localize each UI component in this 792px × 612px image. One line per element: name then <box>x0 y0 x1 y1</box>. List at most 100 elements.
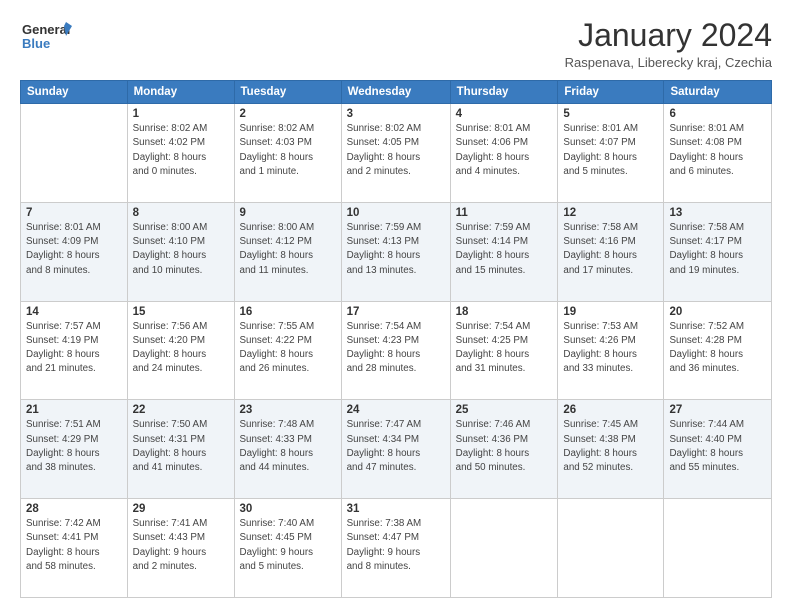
calendar-day-header: Monday <box>127 81 234 104</box>
day-info: Sunrise: 7:38 AM Sunset: 4:47 PM Dayligh… <box>347 517 445 574</box>
calendar-cell: 24 Sunrise: 7:47 AM Sunset: 4:34 PM Dayli… <box>341 400 450 499</box>
day-info: Sunrise: 8:02 AM Sunset: 4:05 PM Dayligh… <box>347 122 445 179</box>
day-number: 14 <box>26 306 122 318</box>
day-number: 1 <box>133 108 229 120</box>
day-number: 30 <box>240 503 336 515</box>
calendar-cell: 10 Sunrise: 7:59 AM Sunset: 4:13 PM Dayli… <box>341 202 450 301</box>
day-number: 24 <box>347 404 445 416</box>
calendar-day-header: Friday <box>558 81 664 104</box>
day-number: 13 <box>669 207 766 219</box>
calendar-cell: 12 Sunrise: 7:58 AM Sunset: 4:16 PM Dayli… <box>558 202 664 301</box>
day-info: Sunrise: 7:57 AM Sunset: 4:19 PM Dayligh… <box>26 320 122 377</box>
day-info: Sunrise: 7:48 AM Sunset: 4:33 PM Dayligh… <box>240 418 336 475</box>
day-info: Sunrise: 7:54 AM Sunset: 4:25 PM Dayligh… <box>456 320 553 377</box>
day-info: Sunrise: 7:41 AM Sunset: 4:43 PM Dayligh… <box>133 517 229 574</box>
calendar-day-header: Sunday <box>21 81 128 104</box>
day-number: 15 <box>133 306 229 318</box>
day-number: 2 <box>240 108 336 120</box>
svg-text:Blue: Blue <box>22 36 50 51</box>
day-number: 4 <box>456 108 553 120</box>
calendar-week-row: 28Sunrise: 7:42 AM Sunset: 4:41 PM Dayli… <box>21 499 772 598</box>
day-info: Sunrise: 7:40 AM Sunset: 4:45 PM Dayligh… <box>240 517 336 574</box>
calendar-cell: 28Sunrise: 7:42 AM Sunset: 4:41 PM Dayli… <box>21 499 128 598</box>
header: General Blue January 2024 Raspenava, Lib… <box>20 18 772 70</box>
calendar-cell <box>664 499 772 598</box>
calendar-cell: 18Sunrise: 7:54 AM Sunset: 4:25 PM Dayli… <box>450 301 558 400</box>
day-number: 25 <box>456 404 553 416</box>
calendar-cell: 2 Sunrise: 8:02 AM Sunset: 4:03 PM Daylig… <box>234 104 341 203</box>
calendar-cell: 15 Sunrise: 7:56 AM Sunset: 4:20 PM Dayli… <box>127 301 234 400</box>
day-info: Sunrise: 7:45 AM Sunset: 4:38 PM Dayligh… <box>563 418 658 475</box>
day-info: Sunrise: 7:50 AM Sunset: 4:31 PM Dayligh… <box>133 418 229 475</box>
calendar-cell: 22 Sunrise: 7:50 AM Sunset: 4:31 PM Dayli… <box>127 400 234 499</box>
day-number: 9 <box>240 207 336 219</box>
day-info: Sunrise: 8:00 AM Sunset: 4:12 PM Dayligh… <box>240 221 336 278</box>
day-info: Sunrise: 7:47 AM Sunset: 4:34 PM Dayligh… <box>347 418 445 475</box>
calendar-header-row: SundayMondayTuesdayWednesdayThursdayFrid… <box>21 81 772 104</box>
day-info: Sunrise: 7:58 AM Sunset: 4:16 PM Dayligh… <box>563 221 658 278</box>
calendar-cell: 29 Sunrise: 7:41 AM Sunset: 4:43 PM Dayli… <box>127 499 234 598</box>
day-number: 11 <box>456 207 553 219</box>
calendar-cell: 13 Sunrise: 7:58 AM Sunset: 4:17 PM Dayli… <box>664 202 772 301</box>
day-number: 29 <box>133 503 229 515</box>
day-number: 26 <box>563 404 658 416</box>
day-info: Sunrise: 8:01 AM Sunset: 4:08 PM Dayligh… <box>669 122 766 179</box>
day-info: Sunrise: 7:55 AM Sunset: 4:22 PM Dayligh… <box>240 320 336 377</box>
day-number: 12 <box>563 207 658 219</box>
day-info: Sunrise: 8:02 AM Sunset: 4:03 PM Dayligh… <box>240 122 336 179</box>
calendar-cell: 9 Sunrise: 8:00 AM Sunset: 4:12 PM Daylig… <box>234 202 341 301</box>
day-info: Sunrise: 8:00 AM Sunset: 4:10 PM Dayligh… <box>133 221 229 278</box>
day-number: 19 <box>563 306 658 318</box>
calendar-cell: 21Sunrise: 7:51 AM Sunset: 4:29 PM Dayli… <box>21 400 128 499</box>
calendar-cell: 14 Sunrise: 7:57 AM Sunset: 4:19 PM Dayli… <box>21 301 128 400</box>
calendar-cell: 20 Sunrise: 7:52 AM Sunset: 4:28 PM Dayli… <box>664 301 772 400</box>
logo-svg: General Blue <box>20 18 72 54</box>
calendar-week-row: 7 Sunrise: 8:01 AM Sunset: 4:09 PM Daylig… <box>21 202 772 301</box>
calendar-cell: 31 Sunrise: 7:38 AM Sunset: 4:47 PM Dayli… <box>341 499 450 598</box>
calendar-cell: 30 Sunrise: 7:40 AM Sunset: 4:45 PM Dayli… <box>234 499 341 598</box>
day-info: Sunrise: 7:53 AM Sunset: 4:26 PM Dayligh… <box>563 320 658 377</box>
page: General Blue January 2024 Raspenava, Lib… <box>0 0 792 612</box>
calendar-day-header: Saturday <box>664 81 772 104</box>
day-number: 20 <box>669 306 766 318</box>
day-info: Sunrise: 8:01 AM Sunset: 4:09 PM Dayligh… <box>26 221 122 278</box>
day-info: Sunrise: 7:46 AM Sunset: 4:36 PM Dayligh… <box>456 418 553 475</box>
main-title: January 2024 <box>565 18 772 53</box>
calendar-cell: 5Sunrise: 8:01 AM Sunset: 4:07 PM Daylig… <box>558 104 664 203</box>
day-number: 10 <box>347 207 445 219</box>
day-info: Sunrise: 7:52 AM Sunset: 4:28 PM Dayligh… <box>669 320 766 377</box>
day-number: 5 <box>563 108 658 120</box>
calendar-cell: 3 Sunrise: 8:02 AM Sunset: 4:05 PM Daylig… <box>341 104 450 203</box>
calendar-cell: 11Sunrise: 7:59 AM Sunset: 4:14 PM Dayli… <box>450 202 558 301</box>
day-info: Sunrise: 8:01 AM Sunset: 4:06 PM Dayligh… <box>456 122 553 179</box>
calendar-day-header: Tuesday <box>234 81 341 104</box>
day-number: 31 <box>347 503 445 515</box>
calendar-week-row: 21Sunrise: 7:51 AM Sunset: 4:29 PM Dayli… <box>21 400 772 499</box>
day-number: 21 <box>26 404 122 416</box>
calendar-cell: 26 Sunrise: 7:45 AM Sunset: 4:38 PM Dayli… <box>558 400 664 499</box>
calendar-cell: 16Sunrise: 7:55 AM Sunset: 4:22 PM Dayli… <box>234 301 341 400</box>
calendar-cell: 8Sunrise: 8:00 AM Sunset: 4:10 PM Daylig… <box>127 202 234 301</box>
day-info: Sunrise: 7:56 AM Sunset: 4:20 PM Dayligh… <box>133 320 229 377</box>
day-info: Sunrise: 7:58 AM Sunset: 4:17 PM Dayligh… <box>669 221 766 278</box>
calendar-cell: 27Sunrise: 7:44 AM Sunset: 4:40 PM Dayli… <box>664 400 772 499</box>
day-number: 3 <box>347 108 445 120</box>
logo: General Blue <box>20 18 72 54</box>
day-number: 17 <box>347 306 445 318</box>
calendar-cell: 6Sunrise: 8:01 AM Sunset: 4:08 PM Daylig… <box>664 104 772 203</box>
svg-text:General: General <box>22 22 70 37</box>
day-number: 28 <box>26 503 122 515</box>
calendar-cell: 25 Sunrise: 7:46 AM Sunset: 4:36 PM Dayli… <box>450 400 558 499</box>
day-number: 23 <box>240 404 336 416</box>
calendar-cell <box>558 499 664 598</box>
day-info: Sunrise: 8:02 AM Sunset: 4:02 PM Dayligh… <box>133 122 229 179</box>
day-number: 22 <box>133 404 229 416</box>
day-info: Sunrise: 7:59 AM Sunset: 4:13 PM Dayligh… <box>347 221 445 278</box>
calendar-cell: 4 Sunrise: 8:01 AM Sunset: 4:06 PM Daylig… <box>450 104 558 203</box>
day-number: 7 <box>26 207 122 219</box>
calendar-week-row: 14 Sunrise: 7:57 AM Sunset: 4:19 PM Dayli… <box>21 301 772 400</box>
calendar-cell: 7 Sunrise: 8:01 AM Sunset: 4:09 PM Daylig… <box>21 202 128 301</box>
calendar-day-header: Wednesday <box>341 81 450 104</box>
calendar-cell <box>21 104 128 203</box>
calendar-table: SundayMondayTuesdayWednesdayThursdayFrid… <box>20 80 772 598</box>
